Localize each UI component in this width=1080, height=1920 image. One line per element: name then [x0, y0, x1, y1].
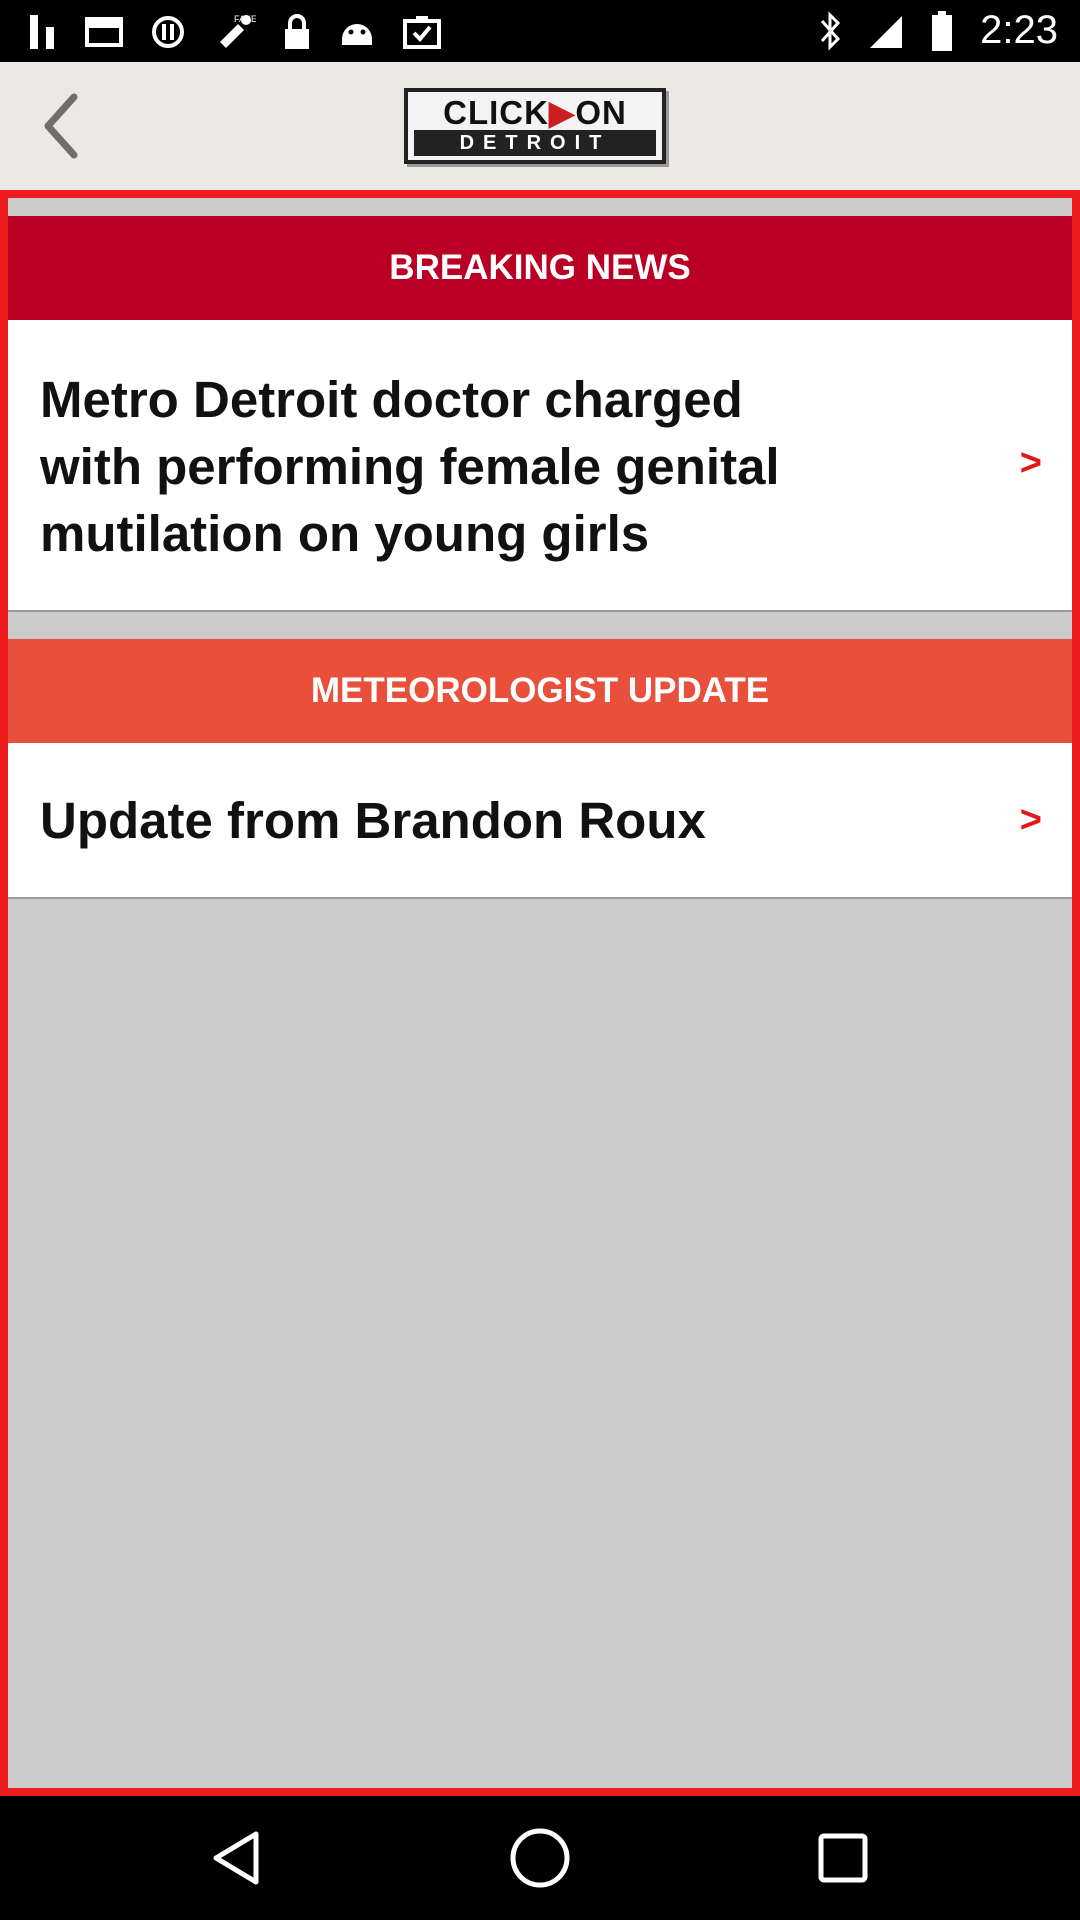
meteorologist-update-story[interactable]: Update from Brandon Roux > [8, 743, 1072, 899]
android-icon [342, 24, 372, 45]
breaking-news-header: BREAKING NEWS [8, 216, 1072, 320]
chevron-right-icon: > [1019, 799, 1042, 841]
content-list: BREAKING NEWS Metro Detroit doctor charg… [8, 198, 1072, 1788]
battery-icon [932, 10, 953, 51]
back-triangle-icon [213, 1831, 259, 1885]
signal-icon [870, 15, 903, 48]
clickondetroit-logo: CLICK▶ON DETROIT [404, 88, 666, 164]
nav-recents-button[interactable] [803, 1818, 883, 1898]
recents-square-icon [818, 1833, 868, 1883]
status-bar: FAKE 2:23 [0, 0, 1080, 62]
meteorologist-update-header: METEOROLOGIST UPDATE [8, 639, 1072, 743]
logo-wordmark: CLICK▶ON [443, 94, 627, 131]
nav-home-button[interactable] [500, 1818, 580, 1898]
data-saver-icon [152, 16, 184, 48]
bluetooth-icon [821, 10, 841, 51]
chevron-right-icon: > [1019, 442, 1042, 484]
clock: 2:23 [980, 8, 1058, 52]
logo-city-label: DETROIT [414, 130, 656, 156]
app-bar: CLICK▶ON DETROIT [0, 62, 1080, 190]
story-title: Update from Brandon Roux [40, 792, 706, 849]
story-title: Metro Detroit doctor charged with perfor… [40, 371, 780, 562]
back-button[interactable] [18, 84, 102, 168]
navigation-bar [0, 1796, 1080, 1920]
chevron-left-icon [44, 93, 78, 159]
home-circle-icon [510, 1828, 570, 1888]
mail-icon [85, 17, 123, 47]
system-status: 2:23 [818, 8, 1058, 53]
notification-icons: FAKE [26, 12, 442, 52]
content-frame: BREAKING NEWS Metro Detroit doctor charg… [0, 190, 1080, 1796]
fake-gps-icon: FAKE [220, 14, 256, 48]
svg-text:FAKE: FAKE [234, 14, 256, 24]
breaking-news-story[interactable]: Metro Detroit doctor charged with perfor… [8, 320, 1072, 612]
notification-download-icon [30, 15, 54, 49]
nav-back-button[interactable] [196, 1818, 276, 1898]
lock-icon [285, 14, 309, 49]
clipboard-check-icon [403, 16, 441, 49]
